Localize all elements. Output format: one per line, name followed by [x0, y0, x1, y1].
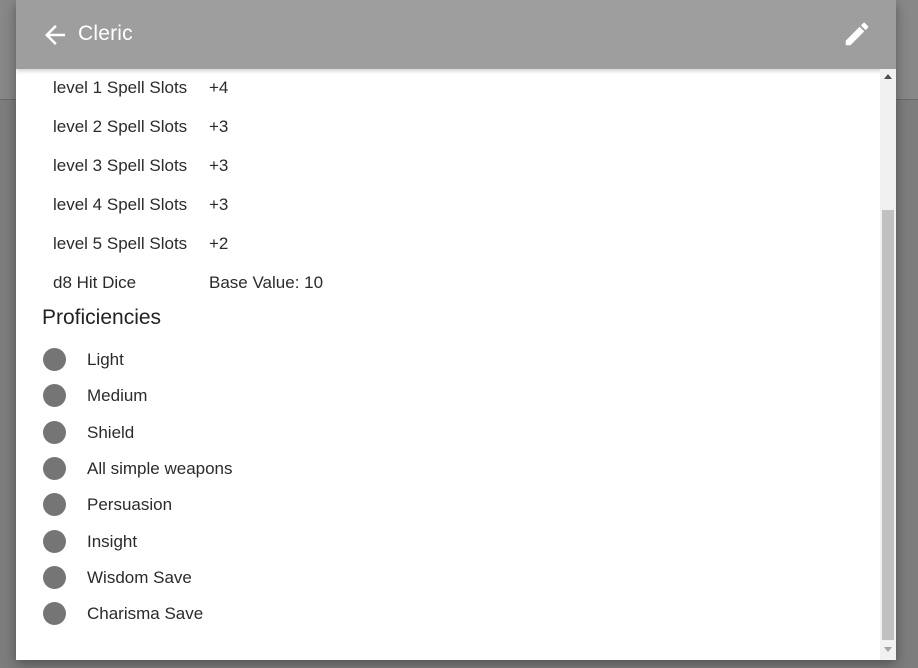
- proficiency-item: Charisma Save: [43, 600, 443, 626]
- class-detail-dialog: Cleric level 1 Spell Slots +4 level 2 Sp…: [16, 0, 896, 660]
- proficiency-item: Shield: [43, 419, 443, 445]
- stat-label: d8 Hit Dice: [53, 273, 137, 292]
- proficiency-item: Wisdom Save: [43, 564, 443, 590]
- stat-value: Base Value: 10: [209, 273, 324, 292]
- scroll-up-arrow-icon[interactable]: [884, 74, 892, 79]
- stat-label: level 4 Spell Slots: [53, 195, 188, 214]
- proficiency-label: Shield: [87, 423, 135, 442]
- proficiency-label: All simple weapons: [87, 459, 233, 478]
- proficiency-label: Light: [87, 350, 124, 369]
- proficiency-dot-icon: [43, 457, 66, 480]
- proficiency-item: Medium: [43, 382, 443, 408]
- arrow-back-icon: [45, 25, 65, 45]
- pencil-icon: [845, 22, 869, 46]
- proficiency-item: Persuasion: [43, 491, 443, 517]
- scroll-down-arrow-icon[interactable]: [884, 647, 892, 652]
- proficiency-item: All simple weapons: [43, 455, 443, 481]
- proficiency-label: Charisma Save: [87, 604, 204, 623]
- dialog-title: Cleric: [78, 22, 133, 45]
- stat-value: +4: [209, 78, 229, 97]
- stat-value: +3: [209, 195, 229, 214]
- stat-value: +3: [209, 156, 229, 175]
- proficiencies-heading: Proficiencies: [42, 306, 162, 329]
- stat-label: level 3 Spell Slots: [53, 156, 188, 175]
- proficiency-item: Light: [43, 346, 443, 372]
- dialog-app-bar: Cleric: [16, 0, 896, 69]
- scrollbar-thumb[interactable]: [882, 210, 894, 640]
- proficiency-dot-icon: [43, 530, 66, 553]
- proficiency-dot-icon: [43, 566, 66, 589]
- dialog-content: level 1 Spell Slots +4 level 2 Spell Slo…: [16, 69, 880, 660]
- stat-value: +3: [209, 117, 229, 136]
- stat-label: level 2 Spell Slots: [53, 117, 188, 136]
- proficiency-label: Persuasion: [87, 495, 173, 514]
- stat-label: level 1 Spell Slots: [53, 78, 188, 97]
- proficiency-dot-icon: [43, 602, 66, 625]
- proficiency-dot-icon: [43, 421, 66, 444]
- edit-button[interactable]: [842, 19, 872, 49]
- proficiency-label: Wisdom Save: [87, 568, 192, 587]
- proficiency-dot-icon: [43, 348, 66, 371]
- stat-value: +2: [209, 234, 229, 253]
- proficiency-dot-icon: [43, 493, 66, 516]
- proficiency-item: Insight: [43, 528, 443, 554]
- proficiency-label: Insight: [87, 532, 138, 551]
- proficiency-dot-icon: [43, 384, 66, 407]
- content-scrollbar[interactable]: [880, 69, 896, 660]
- proficiency-label: Medium: [87, 386, 148, 405]
- stat-label: level 5 Spell Slots: [53, 234, 188, 253]
- back-button[interactable]: [40, 20, 70, 50]
